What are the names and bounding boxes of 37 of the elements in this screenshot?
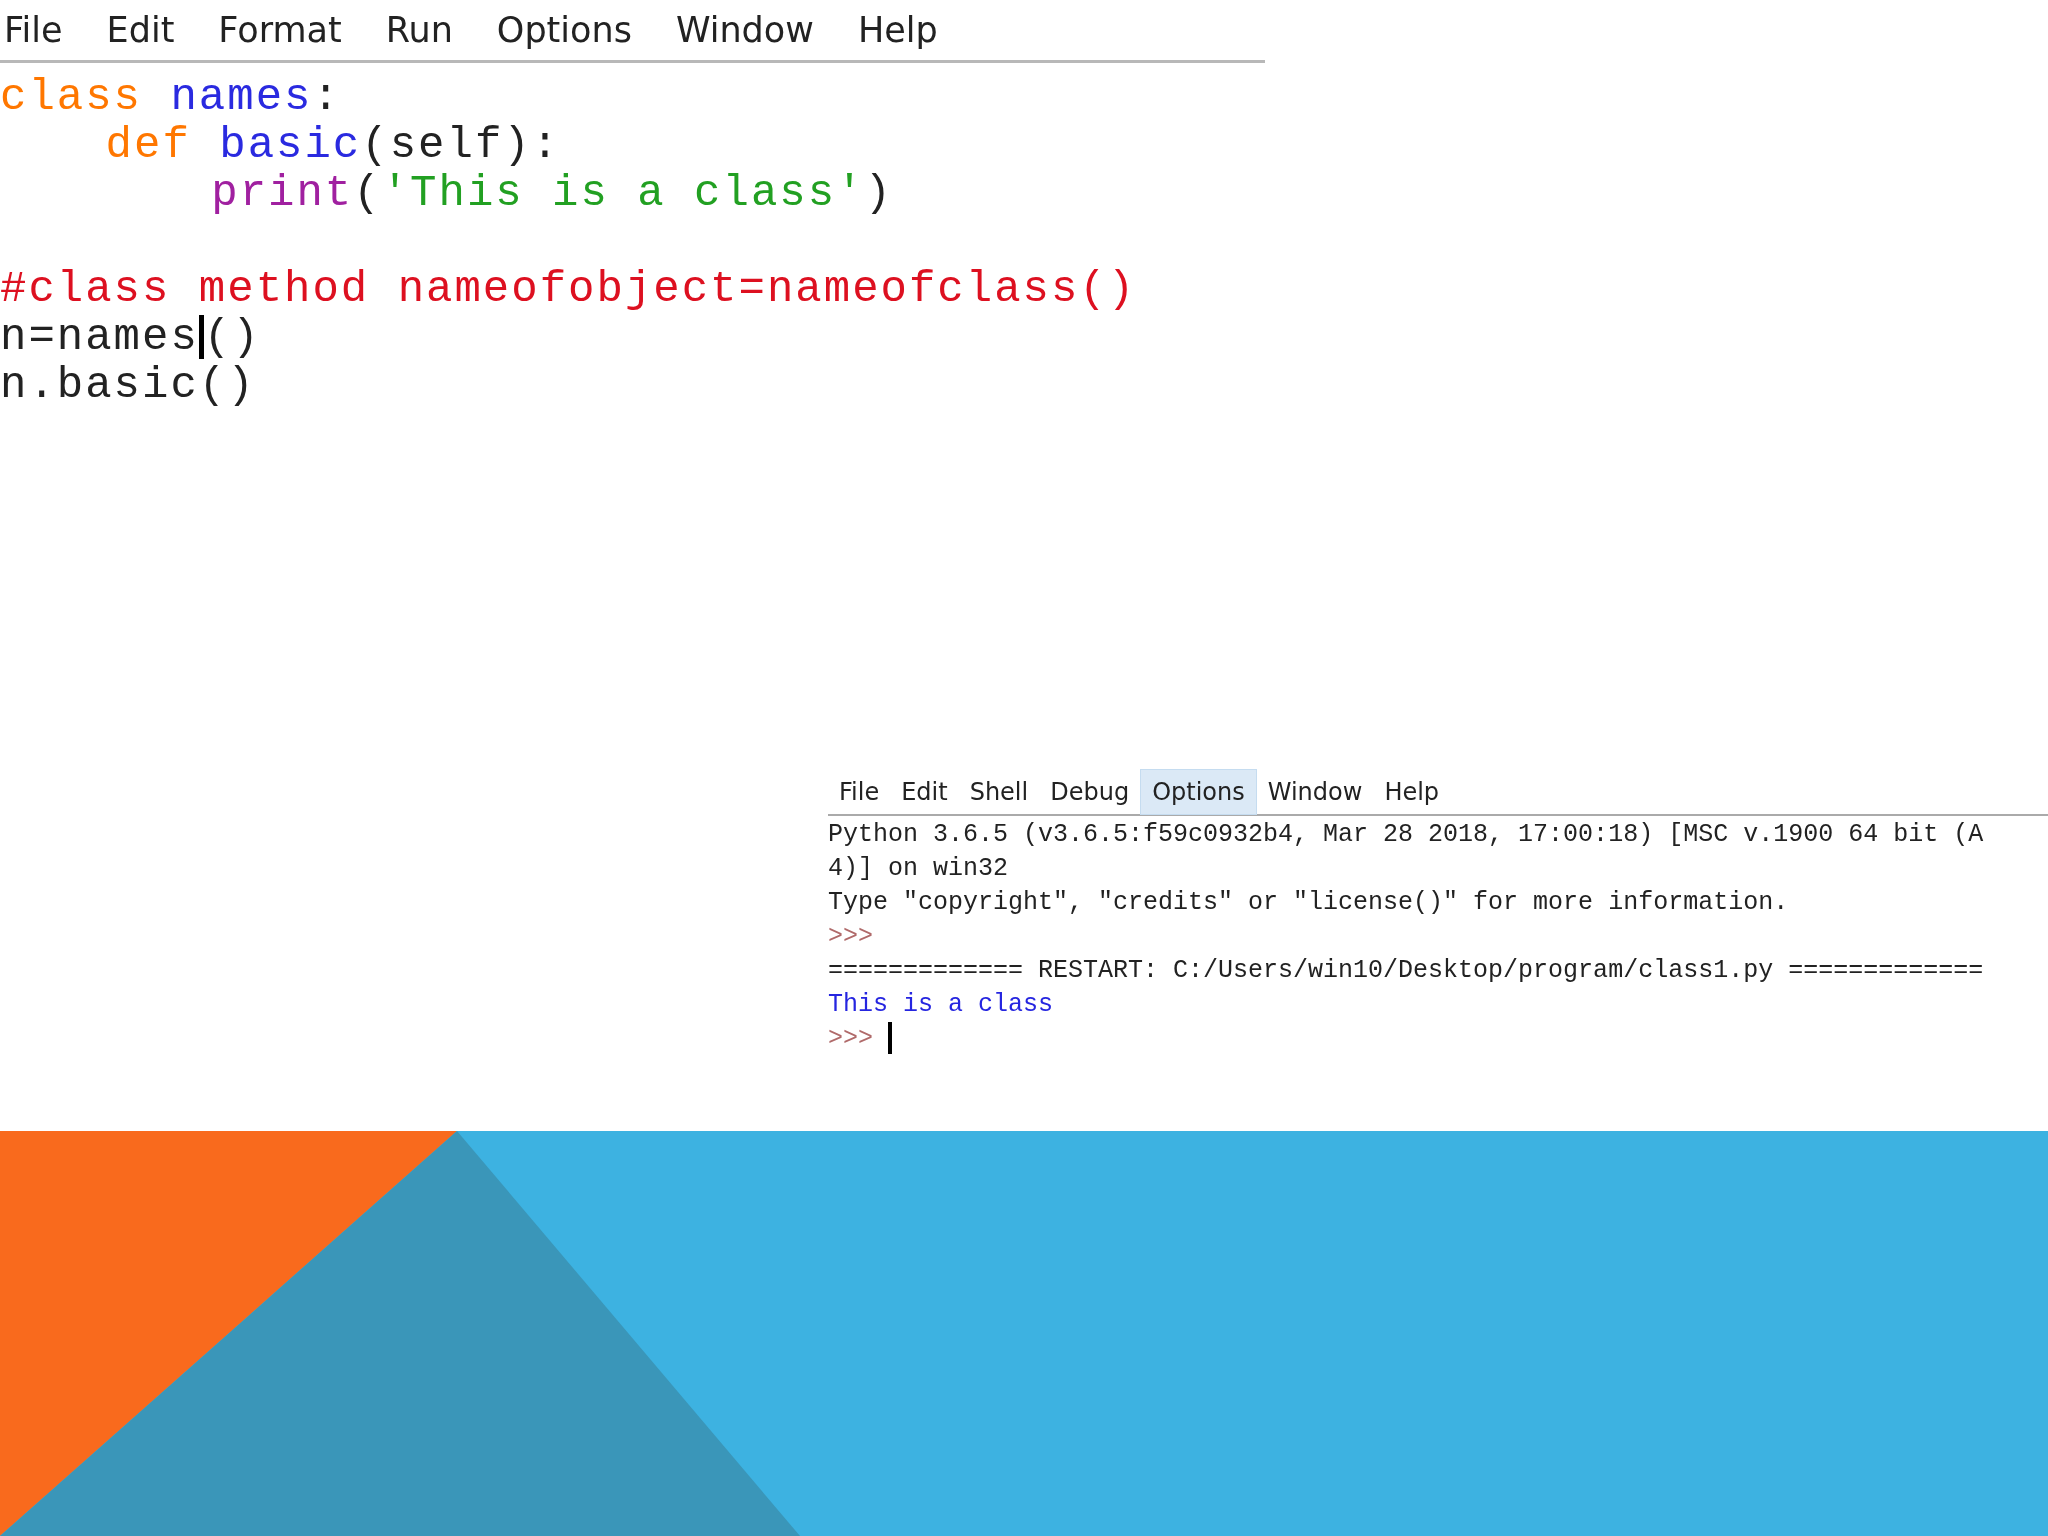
comment-text: #class method nameofobject=nameofclass() — [0, 264, 1137, 314]
menu-item[interactable]: Edit — [102, 10, 175, 50]
code-text: ( — [353, 168, 382, 218]
menu-item[interactable]: Options — [1140, 769, 1257, 815]
code-text: () — [203, 312, 261, 362]
menu-item[interactable]: Debug — [1039, 770, 1141, 814]
menu-item[interactable]: File — [0, 10, 63, 50]
code-text: ============= RESTART: C:/Users/win10/Desktop/program/class1.py ============= — [828, 956, 1984, 985]
menu-item[interactable]: File — [828, 770, 891, 814]
code-text: ) — [864, 168, 893, 218]
menu-item[interactable]: Help — [1373, 770, 1451, 814]
code-text: Python 3.6.5 (v3.6.5:f59c0932b4, Mar 28 2018, 17:00:18) [MSC v.1900 64 bit (A — [828, 820, 1984, 849]
output-text: This is a class — [828, 990, 1054, 1019]
text-cursor — [198, 315, 204, 360]
menu-item[interactable]: Options — [492, 10, 632, 50]
name-text: basic — [218, 120, 362, 170]
text-cursor — [888, 1022, 892, 1055]
menu-item[interactable]: Help — [853, 10, 938, 50]
string-text: 'This is a class' — [381, 168, 865, 218]
menu-item[interactable]: Shell — [958, 770, 1040, 814]
code-text: n=names — [0, 312, 199, 362]
code-text: (self): — [361, 120, 561, 170]
prompt-text: >>> — [828, 1024, 874, 1053]
menu-item[interactable]: Format — [214, 10, 342, 50]
menu-item[interactable]: Window — [1256, 770, 1374, 814]
code-text: 4)] on win32 — [828, 854, 1009, 883]
prompt-text: >>> — [828, 922, 873, 951]
name-text: names — [169, 72, 313, 122]
code-text: n.basic() — [0, 360, 256, 410]
menu-item[interactable]: Edit — [890, 770, 959, 814]
menu-item[interactable]: Window — [671, 10, 814, 50]
keyword-text: def — [105, 120, 191, 170]
code-text: : — [312, 72, 341, 122]
code-text: Type "copyright", "credits" or "license()" for more information. — [828, 888, 1789, 917]
menu-item[interactable]: Run — [381, 10, 453, 50]
builtin-text: print — [211, 168, 354, 218]
keyword-text: class — [0, 72, 143, 122]
